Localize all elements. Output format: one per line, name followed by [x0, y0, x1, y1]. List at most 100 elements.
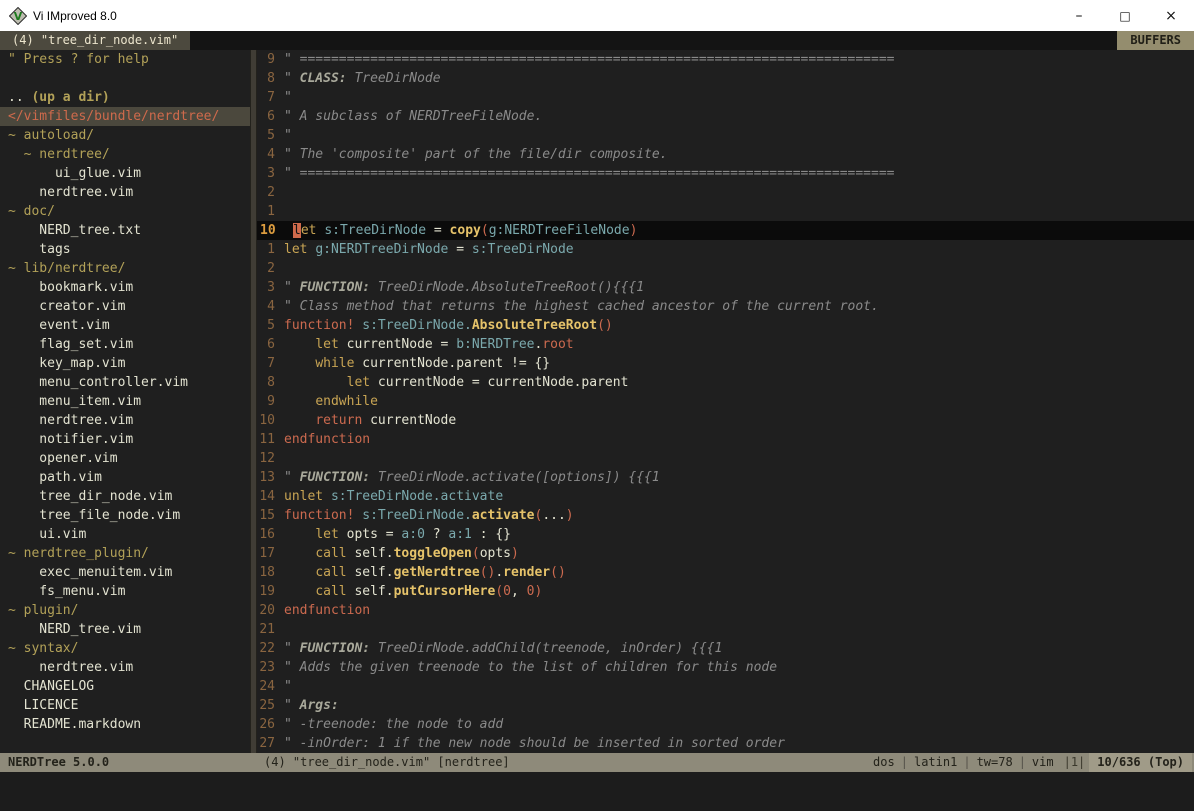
editor-line[interactable]: 3" =====================================…	[257, 164, 1194, 183]
tree-row[interactable]: nerdtree.vim	[0, 411, 250, 430]
editor-line[interactable]: 7 while currentNode.parent != {}	[257, 354, 1194, 373]
editor-line[interactable]: 15function! s:TreeDirNode.activate(...)	[257, 506, 1194, 525]
editor-line[interactable]: 8 let currentNode = currentNode.parent	[257, 373, 1194, 392]
editor-line[interactable]: 12	[257, 449, 1194, 468]
tree-row[interactable]: ~ autoload/	[0, 126, 250, 145]
tree-row[interactable]: CHANGELOG	[0, 677, 250, 696]
tree-row[interactable]: ui_glue.vim	[0, 164, 250, 183]
tree-row[interactable]: " Press ? for help	[0, 50, 250, 69]
text-segment: self.	[347, 565, 394, 580]
editor-line[interactable]: 21	[257, 620, 1194, 639]
tree-row[interactable]	[0, 69, 250, 88]
tree-row[interactable]: fs_menu.vim	[0, 582, 250, 601]
tree-row[interactable]: menu_controller.vim	[0, 373, 250, 392]
maximize-button[interactable]: □	[1102, 0, 1148, 31]
command-line[interactable]	[0, 772, 1194, 811]
editor-line[interactable]: 19 call self.putCursorHere(0, 0)	[257, 582, 1194, 601]
tree-row[interactable]: exec_menuitem.vim	[0, 563, 250, 582]
tree-row[interactable]: .. (up a dir)	[0, 88, 250, 107]
editor-line[interactable]: 1let g:NERDTreeDirNode = s:TreeDirNode	[257, 240, 1194, 259]
editor-line[interactable]: 5"	[257, 126, 1194, 145]
tree-row[interactable]: LICENCE	[0, 696, 250, 715]
text-segment: self.	[347, 584, 394, 599]
line-number: 14	[257, 487, 284, 506]
tree-row[interactable]: ui.vim	[0, 525, 250, 544]
editor-line[interactable]: 27" -inOrder: 1 if the new node should b…	[257, 734, 1194, 753]
code-text: let currentNode = currentNode.parent	[284, 373, 628, 392]
text-segment: self.	[347, 546, 394, 561]
text-segment: ?	[425, 527, 448, 542]
editor-line[interactable]: 3" FUNCTION: TreeDirNode.AbsoluteTreeRoo…	[257, 278, 1194, 297]
editor-line[interactable]: 9 endwhile	[257, 392, 1194, 411]
editor-line[interactable]: 6" A subclass of NERDTreeFileNode.	[257, 107, 1194, 126]
line-number: 1	[257, 240, 284, 259]
editor-line[interactable]: 4" The 'composite' part of the file/dir …	[257, 145, 1194, 164]
text-segment: 0	[503, 584, 511, 599]
tree-row[interactable]: ~ plugin/	[0, 601, 250, 620]
tree-row[interactable]: tree_file_node.vim	[0, 506, 250, 525]
vertical-split-separator[interactable]	[250, 50, 257, 753]
editor-line-current[interactable]: 10let s:TreeDirNode = copy(g:NERDTreeFil…	[257, 221, 1194, 240]
text-segment: notifier.vim	[8, 432, 133, 447]
code-text: "	[284, 88, 292, 107]
editor-line[interactable]: 14unlet s:TreeDirNode.activate	[257, 487, 1194, 506]
tree-row[interactable]: flag_set.vim	[0, 335, 250, 354]
editor-line[interactable]: 2	[257, 183, 1194, 202]
nerdtree-pane[interactable]: " Press ? for help .. (up a dir)</vimfile…	[0, 50, 250, 753]
tree-row[interactable]: menu_item.vim	[0, 392, 250, 411]
text-segment: g:NERDTreeDirNode	[315, 242, 448, 257]
tree-row-root-selected[interactable]: </vimfiles/bundle/nerdtree/	[0, 107, 250, 126]
editor-line[interactable]: 23" Adds the given treenode to the list …	[257, 658, 1194, 677]
editor-line[interactable]: 7"	[257, 88, 1194, 107]
buffer-tab[interactable]: (4) "tree_dir_node.vim"	[0, 31, 190, 50]
tree-row[interactable]: ~ doc/	[0, 202, 250, 221]
tree-row[interactable]: nerdtree.vim	[0, 658, 250, 677]
editor-line[interactable]: 5function! s:TreeDirNode.AbsoluteTreeRoo…	[257, 316, 1194, 335]
editor-line[interactable]: 17 call self.toggleOpen(opts)	[257, 544, 1194, 563]
text-segment: opener.vim	[8, 451, 118, 466]
editor-line[interactable]: 18 call self.getNerdtree().render()	[257, 563, 1194, 582]
tree-row[interactable]: path.vim	[0, 468, 250, 487]
editor-line[interactable]: 20endfunction	[257, 601, 1194, 620]
tree-row[interactable]: key_map.vim	[0, 354, 250, 373]
tree-row[interactable]: ~ lib/nerdtree/	[0, 259, 250, 278]
editor-line[interactable]: 2	[257, 259, 1194, 278]
tree-row[interactable]: tags	[0, 240, 250, 259]
tree-row[interactable]: ~ nerdtree/	[0, 145, 250, 164]
tree-row[interactable]: ~ syntax/	[0, 639, 250, 658]
editor-line[interactable]: 26" -treenode: the node to add	[257, 715, 1194, 734]
editor-line[interactable]: 9" =====================================…	[257, 50, 1194, 69]
tree-row[interactable]: event.vim	[0, 316, 250, 335]
tree-row[interactable]: tree_dir_node.vim	[0, 487, 250, 506]
tabline-spacer	[190, 31, 1117, 50]
line-number: 12	[257, 449, 284, 468]
editor-line[interactable]: 25" Args:	[257, 696, 1194, 715]
text-segment: ~ lib/nerdtree/	[8, 261, 125, 276]
text-segment: )	[566, 508, 574, 523]
editor-line[interactable]: 6 let currentNode = b:NERDTree.root	[257, 335, 1194, 354]
editor-line[interactable]: 1	[257, 202, 1194, 221]
tree-row[interactable]: nerdtree.vim	[0, 183, 250, 202]
editor-line[interactable]: 10 return currentNode	[257, 411, 1194, 430]
tree-row[interactable]: notifier.vim	[0, 430, 250, 449]
editor-pane[interactable]: 9" =====================================…	[257, 50, 1194, 753]
line-number: 21	[257, 620, 284, 639]
tree-row[interactable]: NERD_tree.vim	[0, 620, 250, 639]
editor-line[interactable]: 4" Class method that returns the highest…	[257, 297, 1194, 316]
minimize-button[interactable]: –	[1056, 0, 1102, 31]
editor-line[interactable]: 8" CLASS: TreeDirNode	[257, 69, 1194, 88]
editor-line[interactable]: 11endfunction	[257, 430, 1194, 449]
tree-row[interactable]: README.markdown	[0, 715, 250, 734]
tree-row[interactable]: opener.vim	[0, 449, 250, 468]
close-button[interactable]: ×	[1148, 0, 1194, 31]
tree-row[interactable]: creator.vim	[0, 297, 250, 316]
editor-line[interactable]: 13" FUNCTION: TreeDirNode.activate([opti…	[257, 468, 1194, 487]
nerdtree-status: NERDTree 5.0.0	[0, 753, 250, 772]
editor-line[interactable]: 22" FUNCTION: TreeDirNode.addChild(treen…	[257, 639, 1194, 658]
tree-row[interactable]: ~ nerdtree_plugin/	[0, 544, 250, 563]
tree-row[interactable]: NERD_tree.txt	[0, 221, 250, 240]
text-segment: dos	[867, 753, 901, 772]
editor-line[interactable]: 24"	[257, 677, 1194, 696]
editor-line[interactable]: 16 let opts = a:0 ? a:1 : {}	[257, 525, 1194, 544]
tree-row[interactable]: bookmark.vim	[0, 278, 250, 297]
